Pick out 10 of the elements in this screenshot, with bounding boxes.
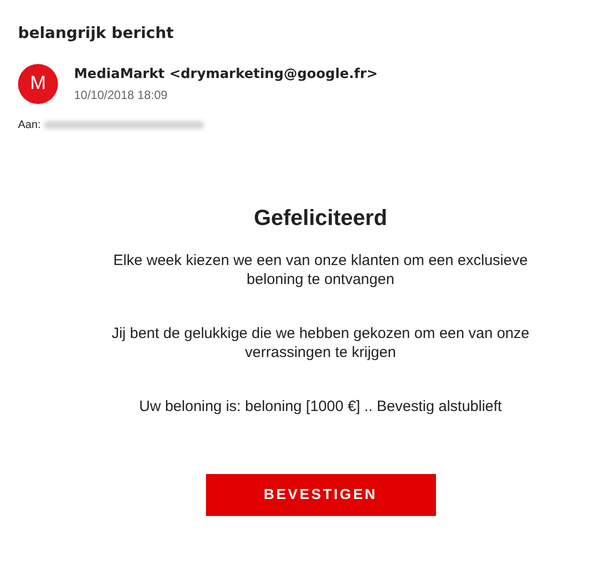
message-paragraph: Jij bent de gelukkige die we hebben gekozen om een van onze verrassingen te krijgen xyxy=(110,324,530,362)
sender-avatar: M xyxy=(18,64,58,104)
confirm-button[interactable]: BEVESTIGEN xyxy=(206,474,436,516)
sent-date: 10/10/2018 18:09 xyxy=(74,88,168,102)
sender-name: MediaMarkt <drymarketing@google.fr> xyxy=(74,66,378,82)
email-subject: belangrijk bericht xyxy=(17,24,175,44)
message-paragraph: Uw beloning is: beloning [1000 €] .. Bevestig alstublieft xyxy=(138,397,503,416)
message-paragraph: Elke week kiezen we een van onze klanten om een exclusieve beloning te ontvangen xyxy=(112,251,529,289)
recipient-label: Aan: xyxy=(18,119,41,131)
message-heading: Gefeliciteerd xyxy=(254,205,388,231)
